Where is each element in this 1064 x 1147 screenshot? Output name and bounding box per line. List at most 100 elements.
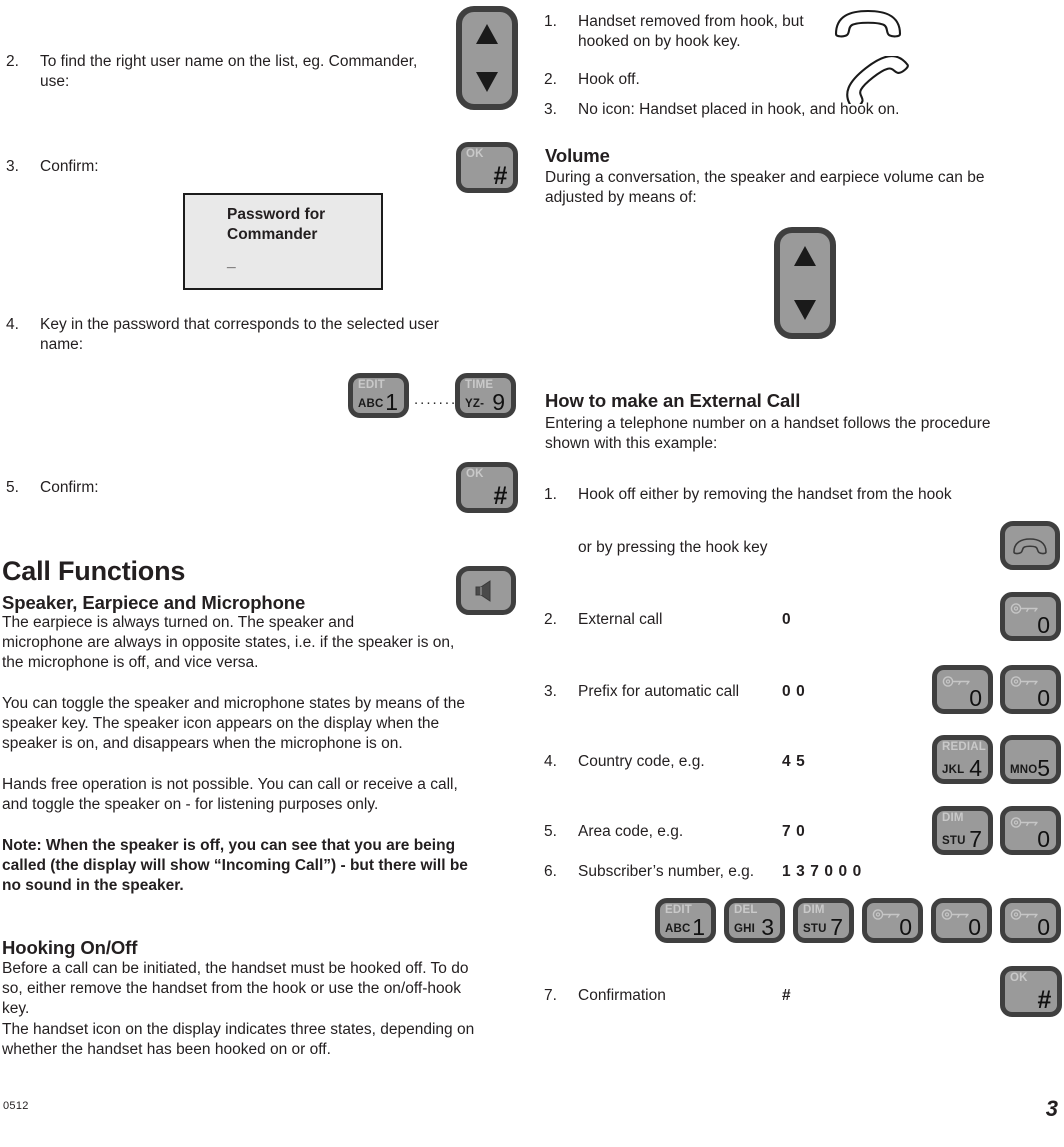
speaker-key[interactable] <box>456 566 516 615</box>
hook-state-3: 3. No icon: Handset placed in hook, and … <box>544 100 964 120</box>
call-step-2-value: 0 <box>782 611 792 628</box>
call-step-5-value: 7 0 <box>782 823 806 840</box>
call-step-1: 1. Hook off either by removing the hands… <box>544 485 1014 505</box>
call-step-4-text: Country code, e.g. <box>578 753 705 770</box>
ok-hash-key-step3[interactable]: OK # <box>456 142 518 193</box>
key-1-letters-step6: ABC <box>665 923 691 935</box>
hook-state-1-text: Handset removed from hook, but hooked on… <box>578 13 804 50</box>
call-step-2: 2. External call <box>544 610 844 630</box>
heading-call-functions: Call Functions <box>2 556 186 586</box>
heading-volume: Volume <box>545 145 610 166</box>
handset-off-hook-icon <box>846 56 909 104</box>
left-step-3: 3. Confirm: <box>6 157 306 177</box>
paragraph-volume: During a conversation, the speaker and e… <box>545 169 985 206</box>
key-0-digit-step3-b: 0 <box>1037 685 1050 711</box>
keypad-key-1-step6[interactable]: EDIT ABC 1 <box>655 898 716 943</box>
key-1-function-label-step6: EDIT <box>665 904 692 916</box>
key-7-letters-step6: STU <box>803 923 827 935</box>
keypad-key-7[interactable]: DIM STU 7 <box>932 806 993 855</box>
call-step-1b-text: or by pressing the hook key <box>578 539 768 556</box>
left-step-3-number: 3. <box>6 158 19 175</box>
keypad-key-0-step2[interactable]: 0 <box>1000 592 1061 641</box>
key-3-letters: GHI <box>734 923 756 935</box>
paragraph-hooking-1: Before a call can be initiated, the hand… <box>2 960 469 1017</box>
paragraph-speaker-1: The earpiece is always turned on. The sp… <box>2 614 455 671</box>
volume-up-arrow-icon <box>794 246 816 266</box>
key-4-function-label: REDIAL <box>942 741 987 753</box>
speaker-icon <box>475 579 491 602</box>
key-4-letters: JKL <box>942 764 965 776</box>
key-5-digit: 5 <box>1037 755 1050 781</box>
key-9-function-label: TIME <box>465 379 494 391</box>
footer-page-number: 3 <box>1045 1096 1058 1121</box>
left-step-2-text: To find the right user name on the list,… <box>40 53 418 90</box>
keypad-key-7-step6[interactable]: DIM STU 7 <box>793 898 854 943</box>
call-step-1b: or by pressing the hook key <box>544 538 1014 558</box>
arrow-up-icon <box>476 23 498 44</box>
key-3-function-label: DEL <box>734 904 758 916</box>
hash-digit: # <box>493 162 507 190</box>
call-step-3: 3. Prefix for automatic call <box>544 682 864 702</box>
call-step-7-text: Confirmation <box>578 987 666 1004</box>
keypad-key-1[interactable]: EDIT ABC 1 <box>348 373 409 418</box>
hook-state-3-text: No icon: Handset placed in hook, and hoo… <box>578 101 900 118</box>
paragraph-speaker-3: Hands free operation is not possible. Yo… <box>2 776 458 813</box>
call-step-1-number: 1. <box>544 486 557 503</box>
paragraph-speaker-note: Note: When the speaker is off, you can s… <box>2 837 468 894</box>
hook-state-1: 1. Handset removed from hook, but hooked… <box>544 12 844 52</box>
left-step-2-number: 2. <box>6 53 19 70</box>
paragraph-speaker-2: You can toggle the speaker and microphon… <box>2 695 466 752</box>
call-step-3-value: 0 0 <box>782 683 806 700</box>
call-step-7-value: # <box>782 987 792 1004</box>
key-0-digit-step6-a: 0 <box>899 914 912 940</box>
ok-label-step5: OK <box>466 468 484 480</box>
left-step-5-number: 5. <box>6 479 19 496</box>
key-icon <box>1010 676 1038 687</box>
handset-hook-icon <box>1013 537 1047 554</box>
left-step-5: 5. Confirm: <box>6 478 306 498</box>
key-5-letters: MNO <box>1010 764 1038 776</box>
paragraph-hooking-2: The handset icon on the display indicate… <box>2 1021 475 1058</box>
key-0-digit-step5: 0 <box>1037 826 1050 852</box>
keypad-key-5[interactable]: MNO 5 <box>1000 735 1061 784</box>
keypad-key-0-step6-c[interactable]: 0 <box>1000 898 1061 943</box>
key-icon <box>1010 603 1038 614</box>
call-step-1-text: Hook off either by removing the handset … <box>578 486 952 503</box>
call-step-6-number: 6. <box>544 863 557 880</box>
keypad-key-9[interactable]: TIME YZ- 9 <box>455 373 516 418</box>
hook-key[interactable] <box>1000 521 1060 570</box>
left-step-5-text: Confirm: <box>40 479 99 496</box>
key-icon <box>1010 909 1038 920</box>
keypad-key-0-step3-b[interactable]: 0 <box>1000 665 1061 714</box>
navigation-rocker-key[interactable] <box>456 6 518 110</box>
heading-external-call: How to make an External Call <box>545 390 801 411</box>
keypad-key-4[interactable]: REDIAL JKL 4 <box>932 735 993 784</box>
ok-hash-key-step7[interactable]: OK # <box>1000 966 1062 1017</box>
heading-speaker-earpiece-microphone: Speaker, Earpiece and Microphone <box>2 592 306 613</box>
call-step-4: 4. Country code, e.g. <box>544 752 864 772</box>
ok-hash-key-step5[interactable]: OK # <box>456 462 518 513</box>
ok-label-step7: OK <box>1010 972 1028 984</box>
handset-display: Password for Commander _ <box>183 193 383 290</box>
keypad-key-0-step6-a[interactable]: 0 <box>862 898 923 943</box>
keypad-key-0-step5[interactable]: 0 <box>1000 806 1061 855</box>
call-step-2-number: 2. <box>544 611 557 628</box>
key-7-digit: 7 <box>969 826 982 852</box>
paragraph-external-call: Entering a telephone number on a handset… <box>545 415 991 452</box>
left-step-4: 4. Key in the password that corresponds … <box>6 315 486 355</box>
key-7-digit-step6: 7 <box>830 914 843 940</box>
display-line-1: Password for <box>227 206 326 223</box>
call-step-2-text: External call <box>578 611 663 628</box>
call-step-7: 7. Confirmation <box>544 986 864 1006</box>
keypad-key-0-step6-b[interactable]: 0 <box>931 898 992 943</box>
key-icon <box>941 909 969 920</box>
keypad-key-0-step3-a[interactable]: 0 <box>932 665 993 714</box>
key-7-letters: STU <box>942 835 966 847</box>
call-step-3-text: Prefix for automatic call <box>578 683 740 700</box>
key-1-letters: ABC <box>358 398 384 410</box>
volume-rocker-key[interactable] <box>774 227 836 339</box>
keypad-key-3-step6[interactable]: DEL GHI 3 <box>724 898 785 943</box>
key-0-digit-step6-b: 0 <box>968 914 981 940</box>
call-step-7-number: 7. <box>544 987 557 1004</box>
call-step-4-number: 4. <box>544 753 557 770</box>
